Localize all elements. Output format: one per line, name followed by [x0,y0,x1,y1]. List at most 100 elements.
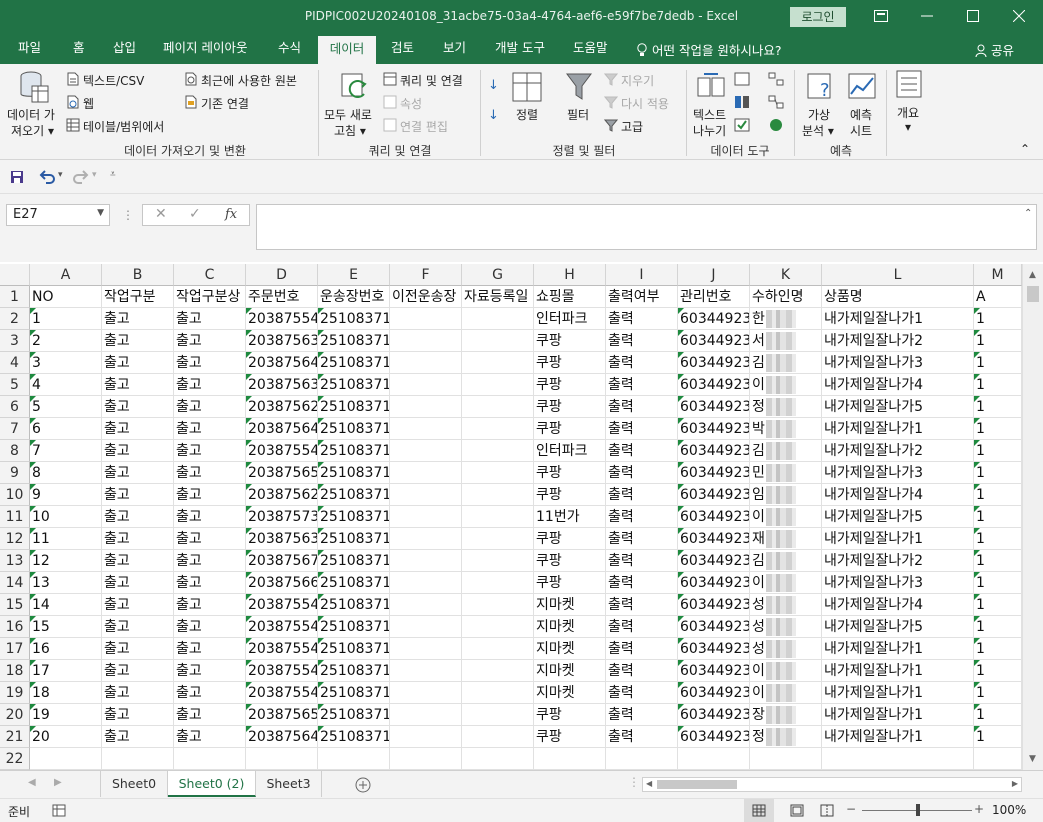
table-cell[interactable] [462,506,534,528]
row-header[interactable]: 22 [0,748,30,770]
zoom-level[interactable]: 100% [992,803,1026,817]
insert-function-icon[interactable]: fx [225,207,237,222]
table-cell[interactable]: 1 [974,330,1022,352]
table-cell[interactable]: 지마켓 [534,594,606,616]
tab-review[interactable]: 검토 [385,34,420,64]
tab-page-layout[interactable]: 페이지 레이아웃 [157,34,253,64]
table-cell[interactable]: 지마켓 [534,616,606,638]
table-cell[interactable] [390,572,462,594]
what-if-button[interactable]: 가상 [808,106,830,123]
from-web-button[interactable]: 웹 [83,95,94,112]
refresh-all-button-line2[interactable]: 고침 ▾ [334,122,366,139]
table-cell[interactable]: 25108371 [318,682,390,704]
table-cell[interactable]: 1 [974,726,1022,748]
table-cell[interactable]: 내가제일잘나가1 [822,660,974,682]
table-cell[interactable]: 60344923 [678,550,750,572]
existing-connections-button[interactable]: 기존 연결 [201,95,249,112]
table-cell[interactable] [462,308,534,330]
table-cell[interactable] [390,418,462,440]
table-cell[interactable]: 출고 [102,440,174,462]
table-cell[interactable]: 60344923 [678,638,750,660]
tab-data[interactable]: 데이터 [318,36,376,64]
table-cell[interactable]: 1 [974,616,1022,638]
table-cell[interactable] [462,330,534,352]
table-cell[interactable]: 1 [974,462,1022,484]
row-header[interactable]: 20 [0,704,30,726]
table-cell[interactable]: 이 [750,572,822,594]
table-cell[interactable]: 출력 [606,528,678,550]
table-cell[interactable] [390,396,462,418]
table-cell[interactable]: 11번가 [534,506,606,528]
close-icon[interactable] [996,0,1042,34]
table-cell[interactable]: 내가제일잘나가1 [822,528,974,550]
row-header[interactable]: 4 [0,352,30,374]
table-cell[interactable]: 출고 [174,330,246,352]
table-cell[interactable]: 출고 [174,704,246,726]
properties-button[interactable]: 속성 [400,95,422,112]
table-cell[interactable]: 1 [974,308,1022,330]
table-cell[interactable]: 20387565 [246,462,318,484]
outline-button[interactable]: 개요 [897,104,919,121]
edit-links-button[interactable]: 연결 편집 [400,118,448,135]
row-header[interactable]: 19 [0,682,30,704]
table-cell[interactable]: 25108371 [318,616,390,638]
table-cell[interactable]: 25108371 [318,506,390,528]
table-cell[interactable]: 출고 [174,440,246,462]
table-cell[interactable]: 1 [974,704,1022,726]
row-header[interactable]: 21 [0,726,30,748]
table-cell[interactable]: 1 [974,418,1022,440]
forecast-sheet-button-line2[interactable]: 시트 [850,122,872,139]
table-cell[interactable]: 1 [974,638,1022,660]
table-cell[interactable]: 20387566 [246,572,318,594]
spreadsheet-grid[interactable]: A B C D E F G H I J K L M 1 2 3 4 5 6 7 8 9 10 11 12 13 14 15 16 17 18… [0,264,1022,770]
table-cell[interactable]: 14 [30,594,102,616]
table-cell[interactable]: 내가제일잘나가5 [822,616,974,638]
table-cell[interactable] [390,616,462,638]
table-cell[interactable] [462,484,534,506]
sort-descending-icon[interactable]: ↓ [488,108,499,123]
table-cell[interactable]: 쿠팡 [534,462,606,484]
table-cell[interactable]: 60344923 [678,418,750,440]
table-cell[interactable]: 출력 [606,594,678,616]
header-cell[interactable]: 작업구분상 [174,286,246,308]
table-cell[interactable]: 민 [750,462,822,484]
table-cell[interactable]: 출력 [606,462,678,484]
table-cell[interactable]: 20387564 [246,352,318,374]
row-header[interactable]: 5 [0,374,30,396]
header-cell[interactable]: 자료등록일 [462,286,534,308]
table-cell[interactable] [462,374,534,396]
next-sheet-icon[interactable]: ▶ [54,777,62,788]
table-cell[interactable] [462,638,534,660]
row-header[interactable]: 17 [0,638,30,660]
table-cell[interactable] [246,748,318,770]
table-cell[interactable]: 19 [30,704,102,726]
column-header[interactable]: D [246,264,318,286]
table-cell[interactable]: 쿠팡 [534,528,606,550]
column-header[interactable]: B [102,264,174,286]
header-cell[interactable]: 출력여부 [606,286,678,308]
row-header[interactable]: 8 [0,440,30,462]
prev-sheet-icon[interactable]: ◀ [28,777,36,788]
from-text-csv-button[interactable]: 텍스트/CSV [83,72,144,89]
table-cell[interactable]: 60344923 [678,308,750,330]
row-header[interactable]: 11 [0,506,30,528]
table-cell[interactable]: 출력 [606,330,678,352]
table-cell[interactable]: 출고 [174,572,246,594]
tab-view[interactable]: 보기 [437,34,472,64]
restore-icon[interactable] [950,0,996,34]
table-cell[interactable]: 출고 [174,462,246,484]
table-cell[interactable]: 25108371 [318,352,390,374]
table-cell[interactable]: 18 [30,682,102,704]
table-cell[interactable]: 출고 [102,682,174,704]
column-header[interactable]: H [534,264,606,286]
table-cell[interactable]: 쿠팡 [534,418,606,440]
table-cell[interactable]: 25108371 [318,550,390,572]
table-cell[interactable]: 출력 [606,374,678,396]
chevron-down-icon[interactable]: ▾ [58,170,63,180]
table-cell[interactable]: 60344923 [678,396,750,418]
table-cell[interactable]: 출고 [102,726,174,748]
table-cell[interactable]: 박 [750,418,822,440]
row-header[interactable]: 13 [0,550,30,572]
table-cell[interactable] [822,748,974,770]
table-cell[interactable]: 출고 [174,308,246,330]
